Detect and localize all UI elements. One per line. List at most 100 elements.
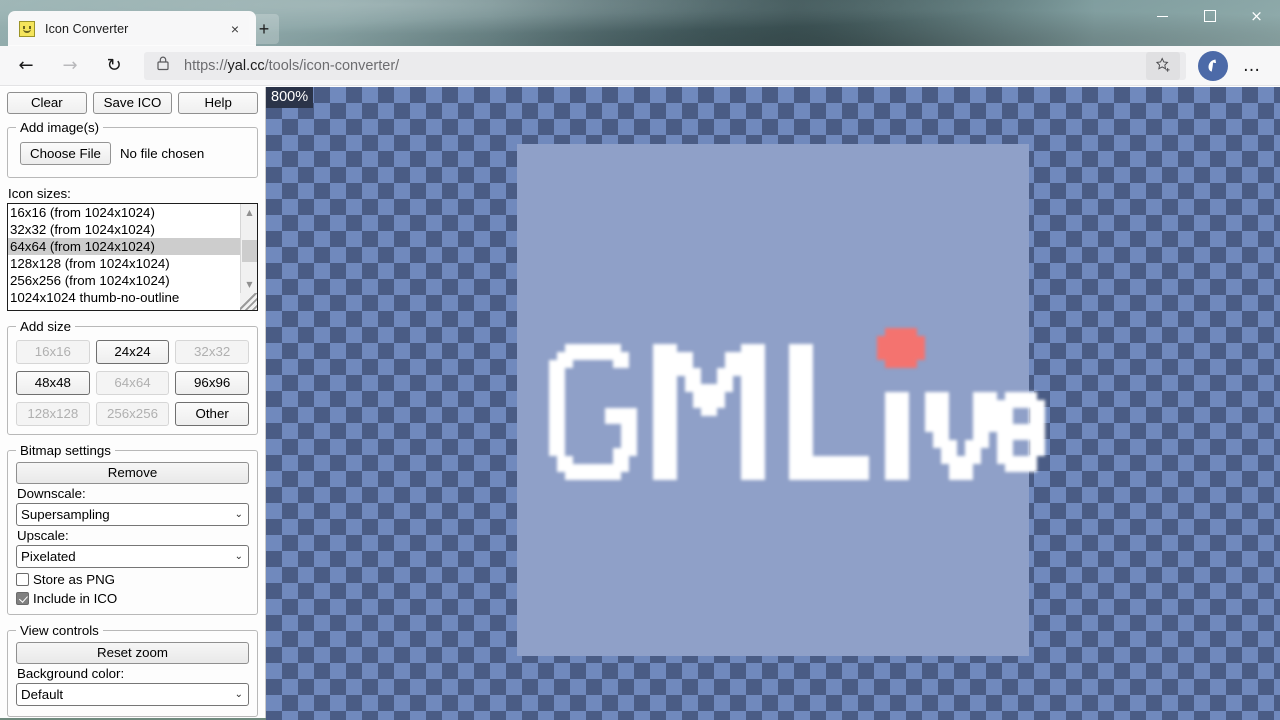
add-size-grid: 16x16 24x24 32x32 48x48 64x64 96x96 128x128 256… (16, 338, 249, 426)
store-as-png-row[interactable]: Store as PNG (16, 572, 249, 587)
address-bar[interactable]: https://yal.cc/tools/icon-converter/ (144, 51, 1186, 80)
downscale-select-value: Supersampling (16, 503, 249, 526)
reload-button[interactable]: ↻ (96, 51, 132, 81)
icon-pixel-grid (517, 144, 1045, 656)
add-size-button-32x32: 32x32 (175, 340, 249, 364)
maximize-button[interactable] (1186, 0, 1233, 32)
forward-button[interactable]: → (52, 51, 88, 81)
logo-pixel-block (885, 392, 909, 480)
url-path: /tools/icon-converter/ (264, 57, 400, 74)
list-item[interactable]: 128x128 (from 1024x1024) (8, 255, 240, 272)
bitmap-settings-fieldset: Bitmap settings Remove Downscale: Supers… (7, 443, 258, 615)
listbox-scrollbar[interactable]: ▲ ▼ (240, 204, 257, 310)
page-content: Clear Save ICO Help Add image(s) Choose … (0, 87, 1280, 720)
window-close-button[interactable]: × (1233, 0, 1280, 32)
logo-pixel-block (1029, 400, 1045, 424)
tab-title: Icon Converter (45, 21, 129, 36)
add-size-button-64x64: 64x64 (95, 371, 170, 395)
back-button[interactable]: ← (8, 51, 44, 81)
icon-preview-image[interactable] (517, 144, 1045, 656)
chevron-down-icon: ⌄ (234, 689, 243, 700)
scroll-down-icon[interactable]: ▼ (241, 276, 257, 293)
url-text: https://yal.cc/tools/icon-converter/ (184, 58, 1146, 74)
clear-button[interactable]: Clear (7, 92, 87, 114)
zoom-level-label: 800% (266, 87, 314, 108)
controls-sidebar: Clear Save ICO Help Add image(s) Choose … (0, 87, 266, 720)
add-size-button-48x48[interactable]: 48x48 (16, 371, 90, 395)
reset-zoom-button[interactable]: Reset zoom (16, 642, 249, 664)
add-size-button-256x256: 256x256 (95, 402, 170, 426)
background-color-select[interactable]: Default ⌄ (16, 683, 249, 706)
store-as-png-checkbox[interactable] (16, 573, 29, 586)
downscale-select[interactable]: Supersampling ⌄ (16, 503, 249, 526)
lock-icon (156, 55, 172, 76)
close-icon[interactable]: × (222, 16, 248, 42)
file-status-label: No file chosen (119, 146, 205, 161)
add-size-button-16x16: 16x16 (16, 340, 90, 364)
smiley-yellow-icon (19, 20, 35, 37)
more-menu-button[interactable]: … (1234, 51, 1270, 81)
scrollbar-thumb[interactable] (242, 240, 257, 262)
add-size-button-24x24[interactable]: 24x24 (95, 340, 170, 364)
logo-pixel-block (613, 352, 629, 368)
logo-pixel-block (973, 392, 997, 432)
choose-file-button[interactable]: Choose File (20, 142, 111, 165)
list-item[interactable]: 1024x1024 thumb-no-outline (8, 289, 240, 306)
logo-pixel-block (549, 360, 565, 432)
add-size-fieldset: Add size 16x16 24x24 32x32 48x48 64x64 96x96 1… (7, 319, 258, 435)
logo-pixel-block (741, 344, 765, 480)
background-color-label: Background color: (17, 666, 125, 681)
logo-pixel-block (813, 456, 869, 480)
view-controls-legend: View controls (20, 623, 99, 638)
logo-pixel-block (549, 432, 565, 456)
include-in-ico-row[interactable]: Include in ICO (16, 591, 249, 606)
top-button-row: Clear Save ICO Help (7, 92, 259, 114)
minimize-button[interactable] (1139, 0, 1186, 32)
logo-pixel-block (1029, 440, 1045, 456)
logo-pixel-block (621, 408, 637, 456)
logo-pixel-block (877, 336, 885, 360)
include-in-ico-label: Include in ICO (33, 591, 118, 606)
resize-grip-icon[interactable] (240, 293, 257, 310)
upscale-label: Upscale: (17, 528, 69, 543)
new-tab-button[interactable]: + (249, 14, 279, 44)
scroll-up-icon[interactable]: ▲ (241, 204, 257, 221)
background-color-value: Default (16, 683, 249, 706)
list-item[interactable]: 16x16 (from 1024x1024) (8, 204, 240, 221)
upscale-select[interactable]: Pixelated ⌄ (16, 545, 249, 568)
add-images-legend: Add image(s) (20, 120, 100, 135)
help-button[interactable]: Help (178, 92, 259, 114)
remove-button[interactable]: Remove (16, 462, 249, 484)
add-images-fieldset: Add image(s) Choose File No file chosen (7, 120, 258, 178)
browser-window: Icon Converter × + × ← → ↻ https://yal.c… (0, 0, 1280, 720)
list-item[interactable]: 256x256 (from 1024x1024) (8, 272, 240, 289)
store-as-png-label: Store as PNG (33, 572, 116, 587)
logo-pixel-block (997, 424, 1045, 440)
icon-sizes-listbox[interactable]: 16x16 (from 1024x1024) 32x32 (from 1024x1… (7, 203, 258, 311)
window-controls: × (1139, 0, 1280, 46)
logo-pixel-block (653, 344, 677, 480)
url-host: yal.cc (227, 57, 265, 74)
list-item[interactable]: 32x32 (from 1024x1024) (8, 221, 240, 238)
icon-sizes-items: 16x16 (from 1024x1024) 32x32 (from 1024x1… (8, 204, 240, 306)
profile-avatar-icon[interactable] (1198, 50, 1228, 81)
add-size-button-96x96[interactable]: 96x96 (175, 371, 249, 395)
logo-pixel-block (789, 344, 813, 480)
add-size-button-Other[interactable]: Other (175, 402, 249, 426)
url-scheme: https:// (184, 57, 228, 74)
file-input-row: Choose File No file chosen (16, 139, 249, 169)
star-add-icon[interactable] (1146, 51, 1180, 80)
logo-pixel-block (725, 352, 741, 376)
preview-canvas[interactable]: 800% (266, 87, 1280, 720)
include-in-ico-checkbox[interactable] (16, 592, 29, 605)
logo-pixel-block (885, 328, 917, 368)
icon-sizes-label: Icon sizes: (8, 186, 71, 201)
save-ico-button[interactable]: Save ICO (92, 92, 173, 114)
add-size-legend: Add size (20, 319, 71, 334)
downscale-label: Downscale: (17, 486, 86, 501)
title-bar: Icon Converter × + × (0, 0, 1280, 46)
browser-tab[interactable]: Icon Converter × (8, 11, 256, 46)
logo-pixel-block (917, 336, 925, 360)
list-item[interactable]: 64x64 (from 1024x1024) (8, 238, 240, 255)
view-controls-fieldset: View controls Reset zoom Background colo… (7, 623, 258, 717)
